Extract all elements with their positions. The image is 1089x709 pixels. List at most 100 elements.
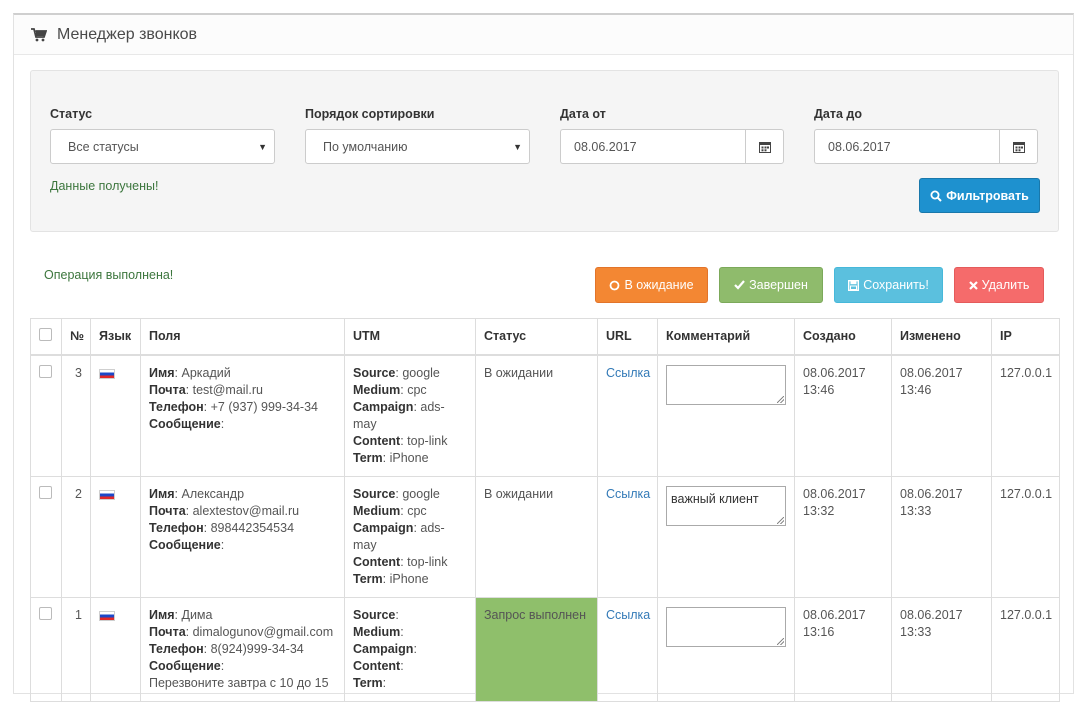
chevron-down-icon: ▼ <box>513 142 522 152</box>
row-checkbox[interactable] <box>39 485 52 499</box>
date-to-input[interactable]: 08.06.2017 <box>814 129 999 164</box>
check-icon <box>734 280 745 290</box>
status-filter-group: Статус Все статусы ▼ <box>50 107 275 164</box>
utm-medium-line: Medium: cpc <box>353 382 427 397</box>
created-date: 08.06.2017 <box>803 486 866 501</box>
row-url-link[interactable]: Ссылка <box>606 366 650 380</box>
comment-textarea[interactable] <box>666 606 786 647</box>
filter-button-label: Фильтровать <box>946 188 1029 203</box>
field-name-value: Александр <box>181 486 245 501</box>
utm-content-line: Content: <box>353 658 404 673</box>
status-filter-label: Статус <box>50 107 93 121</box>
field-name-value: Аркадий <box>181 365 231 380</box>
field-message-line: Сообщение: <box>149 537 225 552</box>
row-created-cell: 08.06.2017 13:32 <box>794 475 892 598</box>
field-phone-line: Телефон: 8(924)999-34-34 <box>149 641 304 656</box>
row-select-cell <box>30 354 62 477</box>
utm-term-line: Term: iPhone <box>353 450 429 465</box>
comment-textarea[interactable] <box>666 364 786 405</box>
row-status: В ожидании <box>475 354 598 477</box>
utm-term-value: iPhone <box>389 450 429 465</box>
row-modified-cell: 08.06.2017 13:33 <box>891 596 992 702</box>
utm-content-line: Content: top-link <box>353 433 448 448</box>
set-done-label: Завершен <box>749 278 808 292</box>
resize-grip-icon[interactable] <box>777 516 784 524</box>
utm-medium-line: Medium: <box>353 624 404 639</box>
field-name-line: Имя: Александр <box>149 486 245 501</box>
set-done-button[interactable]: Завершен <box>719 267 823 303</box>
row-url-link[interactable]: Ссылка <box>606 608 650 622</box>
row-ip: 127.0.0.1 <box>991 475 1060 598</box>
status-select[interactable]: Все статусы ▼ <box>50 129 275 164</box>
resize-grip-icon[interactable] <box>777 637 784 645</box>
filter-button[interactable]: Фильтровать <box>919 178 1040 213</box>
calendar-icon <box>1012 141 1025 153</box>
header-language[interactable]: Язык <box>90 318 141 356</box>
table-row: 2 Имя: Александр Почта: alextestov@mail.… <box>30 475 1060 598</box>
utm-medium-line: Medium: cpc <box>353 503 427 518</box>
row-checkbox[interactable] <box>39 606 52 620</box>
row-utm-cell: Source: google Medium: cpc Campaign: ads… <box>344 475 476 598</box>
comment-textarea[interactable]: важный клиент <box>666 485 786 526</box>
field-email-line: Почта: dimalogunov@gmail.com <box>149 624 334 639</box>
field-phone-line: Телефон: +7 (937) 999-34-34 <box>149 399 318 414</box>
utm-content-line: Content: top-link <box>353 554 448 569</box>
status-select-value: Все статусы <box>68 139 139 154</box>
utm-source-line: Source: <box>353 607 399 622</box>
created-date: 08.06.2017 <box>803 365 866 380</box>
modified-time: 13:33 <box>900 624 932 639</box>
resize-grip-icon[interactable] <box>777 395 784 403</box>
field-name-line: Имя: Дима <box>149 607 213 622</box>
date-from-input[interactable]: 08.06.2017 <box>560 129 745 164</box>
header-utm[interactable]: UTM <box>344 318 476 356</box>
save-button[interactable]: Сохранить! <box>834 267 943 303</box>
row-created-cell: 08.06.2017 13:46 <box>794 354 892 477</box>
row-checkbox[interactable] <box>39 364 52 378</box>
modified-date: 08.06.2017 <box>900 365 963 380</box>
filter-success-message: Данные получены! <box>50 179 159 193</box>
utm-medium-value: cpc <box>407 382 427 397</box>
row-number: 3 <box>61 354 91 477</box>
save-label: Сохранить! <box>863 278 929 292</box>
table-row: 1 Имя: Дима Почта: dimalogunov@gmail.com… <box>30 596 1060 702</box>
sort-select[interactable]: По умолчанию ▼ <box>305 129 530 164</box>
row-language-cell <box>90 475 141 598</box>
field-email-value: alextestov@mail.ru <box>192 503 300 518</box>
field-email-value: dimalogunov@gmail.com <box>192 624 334 639</box>
cart-icon <box>31 27 47 41</box>
header-created[interactable]: Создано <box>794 318 892 356</box>
row-modified-cell: 08.06.2017 13:46 <box>891 354 992 477</box>
set-waiting-button[interactable]: В ожидание <box>595 267 708 303</box>
row-url-cell: Ссылка <box>597 354 658 477</box>
russia-flag-icon <box>99 368 115 379</box>
field-email-line: Почта: alextestov@mail.ru <box>149 503 300 518</box>
header-fields[interactable]: Поля <box>140 318 345 356</box>
row-ip: 127.0.0.1 <box>991 354 1060 477</box>
row-modified-cell: 08.06.2017 13:33 <box>891 475 992 598</box>
date-from-calendar-button[interactable] <box>745 129 784 164</box>
header-number[interactable]: № <box>61 318 91 356</box>
field-phone-value: +7 (937) 999-34-34 <box>210 399 318 414</box>
header-modified[interactable]: Изменено <box>891 318 992 356</box>
created-time: 13:46 <box>803 382 835 397</box>
delete-button[interactable]: Удалить <box>954 267 1044 303</box>
operation-success-message: Операция выполнена! <box>44 268 174 282</box>
header-comment[interactable]: Комментарий <box>657 318 795 356</box>
row-fields-cell: Имя: Александр Почта: alextestov@mail.ru… <box>140 475 345 598</box>
utm-campaign-line: Campaign: ads-may <box>353 399 445 431</box>
row-ip: 127.0.0.1 <box>991 596 1060 702</box>
header-status[interactable]: Статус <box>475 318 598 356</box>
date-to-calendar-button[interactable] <box>999 129 1038 164</box>
header-url[interactable]: URL <box>597 318 658 356</box>
row-url-link[interactable]: Ссылка <box>606 487 650 501</box>
select-all-checkbox[interactable] <box>39 328 52 342</box>
header-ip[interactable]: IP <box>991 318 1060 356</box>
field-phone-value: 898442354534 <box>210 520 295 535</box>
modified-time: 13:46 <box>900 382 932 397</box>
created-date: 08.06.2017 <box>803 607 866 622</box>
field-name-line: Имя: Аркадий <box>149 365 231 380</box>
row-language-cell <box>90 596 141 702</box>
field-message-line: Сообщение: <box>149 416 225 431</box>
save-icon <box>848 279 860 291</box>
panel-heading: Менеджер звонков <box>14 15 1073 55</box>
